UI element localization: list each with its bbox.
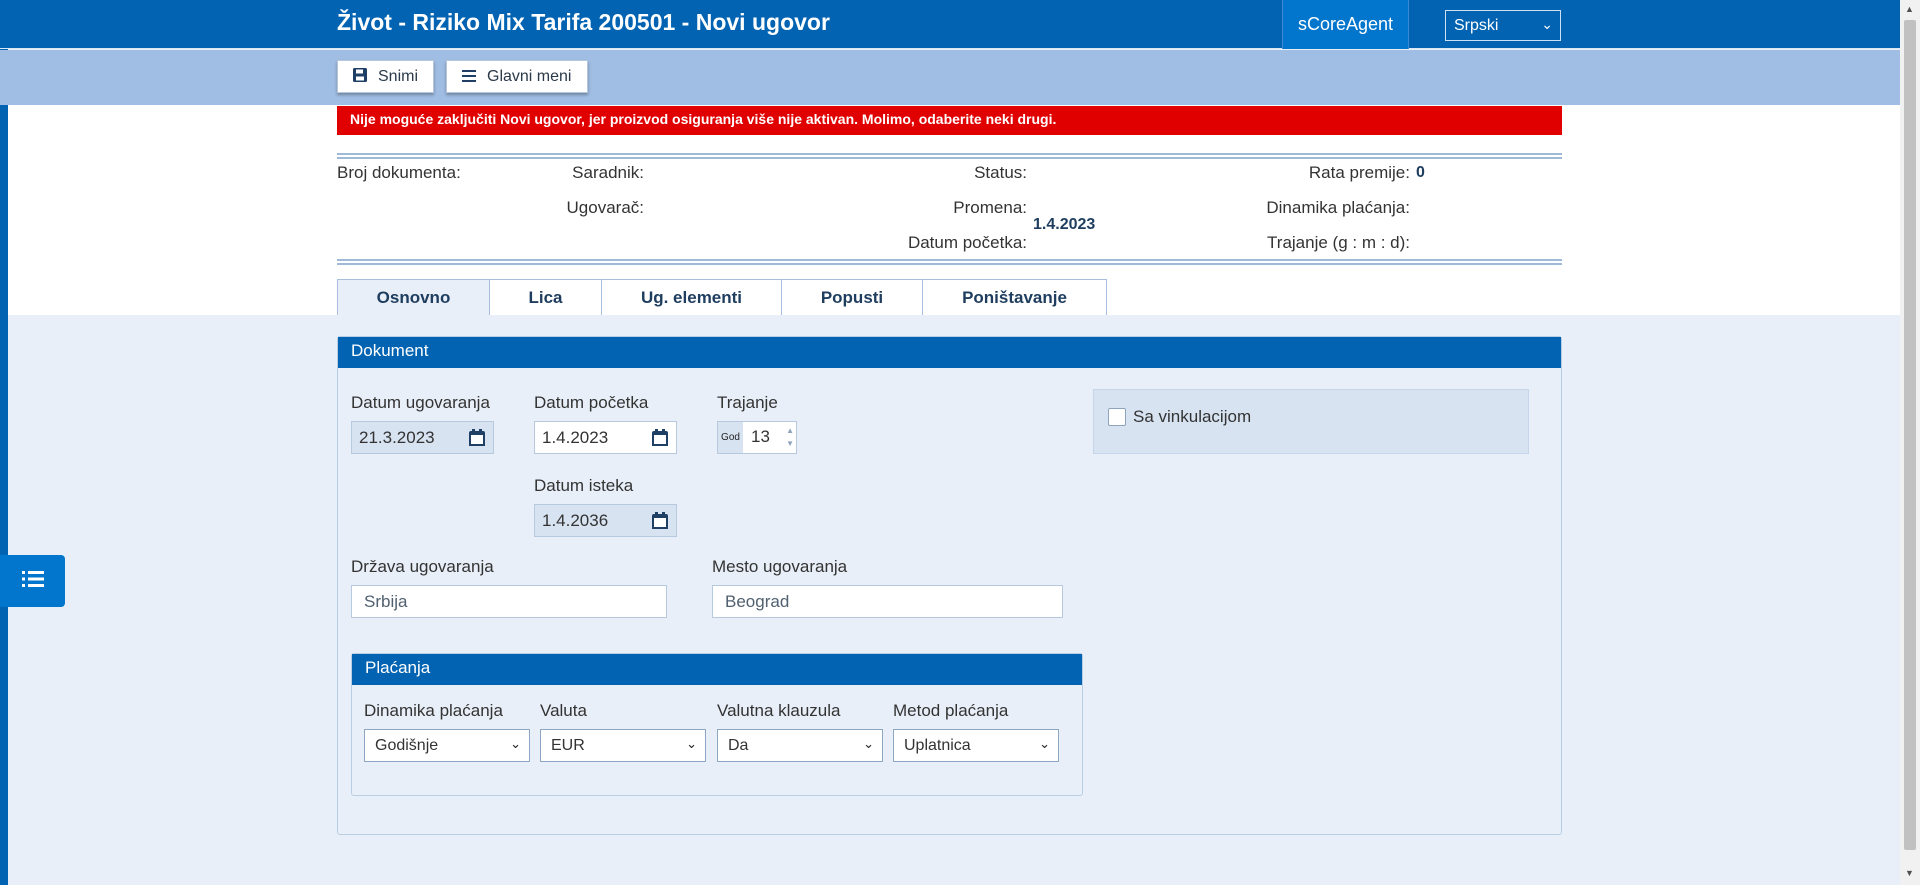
dinamika-placanja-field-label: Dinamika plaćanja (364, 701, 503, 720)
datum-pocetka-input[interactable]: 1.4.2023 (534, 421, 677, 454)
vinkulacija-label: Sa vinkulacijom (1133, 407, 1252, 426)
list-icon (21, 570, 44, 593)
language-select[interactable]: Srpski ⌄ (1445, 10, 1561, 41)
datum-isteka-label: Datum isteka (534, 476, 634, 495)
datum-pocetka-value: 1.4.2023 (1033, 216, 1096, 233)
save-button[interactable]: Snimi (337, 60, 434, 93)
metod-placanja-value: Uplatnica (904, 736, 971, 754)
calendar-icon[interactable] (469, 429, 485, 446)
valuta-select[interactable]: EUR ⌄ (540, 729, 706, 762)
datum-pocetka-field-value: 1.4.2023 (542, 427, 609, 447)
tab-ug-elementi[interactable]: Ug. elementi (601, 279, 782, 315)
top-bar: Život - Riziko Mix Tarifa 200501 - Novi … (0, 0, 1900, 49)
drzava-ugovaranja-input[interactable]: Srbija (351, 585, 667, 618)
scroll-up-icon[interactable]: ▲ (1905, 4, 1914, 14)
main-menu-button[interactable]: Glavni meni (446, 60, 588, 93)
datum-isteka-input[interactable]: 1.4.2036 (534, 504, 677, 537)
metod-placanja-select[interactable]: Uplatnica ⌄ (893, 729, 1059, 762)
broj-dokumenta-label: Broj dokumenta: (337, 163, 461, 182)
dinamika-placanja-value: Godišnje (375, 736, 439, 754)
vinkulacija-box: Sa vinkulacijom (1093, 389, 1529, 454)
rata-premije-value: 0 (1416, 164, 1425, 181)
valutna-klauzula-select[interactable]: Da ⌄ (717, 729, 883, 762)
ugovarac-label: Ugovarač: (566, 198, 644, 217)
vinkulacija-checkbox[interactable] (1108, 408, 1126, 426)
calendar-icon[interactable] (652, 429, 668, 446)
tab-ponistavanje[interactable]: Poništavanje (922, 279, 1107, 315)
valutna-klauzula-label: Valutna klauzula (717, 701, 841, 720)
trajanje-unit: God (718, 422, 743, 453)
chevron-down-icon: ⌄ (686, 736, 697, 751)
left-edge-strip (0, 0, 8, 885)
status-label: Status: (974, 163, 1027, 182)
valuta-value: EUR (551, 736, 585, 754)
scroll-thumb[interactable] (1904, 20, 1916, 850)
mesto-ugovaranja-label: Mesto ugovaranja (712, 557, 848, 576)
divider (337, 259, 1562, 265)
stepper-arrows-icon[interactable]: ▲ ▼ (786, 424, 794, 450)
tab-osnovno[interactable]: Osnovno (337, 279, 490, 315)
vertical-scrollbar[interactable]: ▲ ▼ (1900, 0, 1920, 885)
placanja-panel-title: Plaćanja (352, 654, 1082, 685)
datum-ugovaranja-label: Datum ugovaranja (351, 393, 490, 412)
chevron-down-icon: ⌄ (1541, 16, 1553, 32)
chevron-down-icon: ⌄ (510, 736, 521, 751)
tab-bar: Osnovno Lica Ug. elementi Popusti Poništ… (337, 279, 1107, 315)
chevron-down-icon: ⌄ (1039, 736, 1050, 751)
dokument-panel-title: Dokument (338, 337, 1561, 368)
datum-ugovaranja-input[interactable]: 21.3.2023 (351, 421, 494, 454)
placanja-panel: Plaćanja (351, 653, 1083, 796)
trajanje-stepper[interactable]: God 13 ▲ ▼ (717, 421, 797, 454)
side-menu-toggle-button[interactable] (0, 555, 65, 607)
agent-label[interactable]: sCoreAgent (1282, 0, 1409, 49)
main-menu-label: Glavni meni (487, 67, 572, 85)
trajanje-label: Trajanje (g : m : d): (1267, 233, 1410, 252)
tab-lica[interactable]: Lica (489, 279, 602, 315)
save-label: Snimi (378, 67, 419, 85)
page-title: Život - Riziko Mix Tarifa 200501 - Novi … (337, 9, 830, 35)
saradnik-label: Saradnik: (572, 163, 644, 182)
valuta-label: Valuta (540, 701, 587, 720)
floppy-disk-icon (352, 68, 368, 85)
toolbar: Snimi Glavni meni (0, 50, 1900, 105)
language-value: Srpski (1454, 16, 1499, 34)
tab-popusti[interactable]: Popusti (781, 279, 923, 315)
promena-label: Promena: (953, 198, 1027, 217)
scroll-down-icon[interactable]: ▼ (1905, 868, 1914, 878)
rata-premije-label: Rata premije: (1308, 163, 1410, 182)
valutna-klauzula-value: Da (728, 736, 749, 754)
mesto-ugovaranja-input[interactable]: Beograd (712, 585, 1063, 618)
calendar-icon[interactable] (652, 512, 668, 529)
error-banner: Nije moguće zaključiti Novi ugovor, jer … (337, 106, 1562, 135)
metod-placanja-label: Metod plaćanja (893, 701, 1009, 720)
datum-isteka-value: 1.4.2036 (542, 510, 609, 530)
dinamika-placanja-select[interactable]: Godišnje ⌄ (364, 729, 530, 762)
dinamika-placanja-label: Dinamika plaćanja: (1266, 198, 1410, 217)
divider (337, 153, 1562, 159)
datum-ugovaranja-value: 21.3.2023 (359, 427, 435, 447)
datum-pocetka-field-label: Datum početka (534, 393, 649, 412)
datum-pocetka-label: Datum početka: (907, 233, 1027, 252)
chevron-down-icon: ⌄ (863, 736, 874, 751)
drzava-ugovaranja-label: Država ugovaranja (351, 557, 494, 576)
trajanje-value: 13 (751, 427, 770, 446)
trajanje-field-label: Trajanje (717, 393, 778, 412)
hamburger-icon (461, 69, 477, 85)
